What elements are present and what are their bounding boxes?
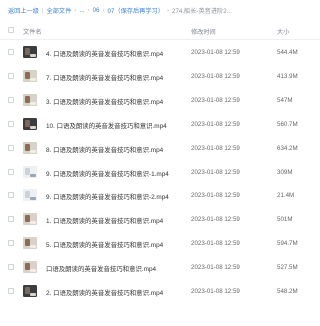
file-size: 548.2M xyxy=(277,288,298,295)
file-size: 21.4M xyxy=(277,192,295,200)
row-checkbox[interactable] xyxy=(8,240,14,247)
table-row[interactable]: 口语及朗读的英音发音技巧和意识.mp4 2023-01-08 12:59 527.5… xyxy=(0,256,320,279)
table-row[interactable]: 9. 口语及朗读的英音发音技巧和意识-1.mp4 2023-01-08 12:59… xyxy=(0,161,320,184)
table-row[interactable]: 9. 口语及朗读的英音发音技巧和意识-2.mp4 2023-01-08 12:59… xyxy=(0,184,320,207)
file-modified-time: 2023-01-08 12:59 xyxy=(191,264,240,272)
table-row[interactable]: 7. 口语及朗读的英音发音技巧和意识.mp4 2023-01-08 12:59 41… xyxy=(0,65,320,88)
column-header-modified[interactable]: 修改时间 xyxy=(191,27,216,36)
row-checkbox[interactable] xyxy=(8,288,14,294)
file-modified-time: 2023-01-08 12:59 xyxy=(191,49,240,56)
table-row[interactable]: 1. 口语及朗读的英音发音技巧和意识.mp4 2023-01-08 12:59 50… xyxy=(0,208,320,231)
file-name-link[interactable]: 3. 口语及朗读的英音发音技巧和意识.mp4 xyxy=(46,97,163,106)
video-thumbnail-icon xyxy=(23,213,37,226)
file-size: 594.7M xyxy=(277,240,298,248)
video-thumbnail-icon xyxy=(23,93,37,106)
breadcrumb-current: 274.船长-英音进阶2... xyxy=(172,7,232,15)
file-size: 527.5M xyxy=(277,264,298,272)
table-row[interactable]: 10. 口语及朗读的英音发音技巧和意识.mp4 2023-01-08 12:59 5… xyxy=(0,113,320,136)
table-row[interactable]: 4. 口语及朗读的英音发音技巧和意识.mp4 2023-01-08 12:59 54… xyxy=(0,41,320,64)
video-thumbnail-icon xyxy=(23,261,37,274)
file-size: 309M xyxy=(277,168,293,176)
video-thumbnail-icon xyxy=(23,237,37,250)
column-header-size[interactable]: 大小 xyxy=(277,27,289,36)
file-modified-time: 2023-01-08 12:59 xyxy=(191,144,240,152)
file-size: 634.2M xyxy=(277,144,298,152)
chevron-right-icon: › xyxy=(166,6,169,14)
video-thumbnail-icon xyxy=(23,285,37,297)
breadcrumb-ellipsis-link[interactable]: ... xyxy=(79,7,84,14)
file-name-link[interactable]: 1. 口语及朗读的英音发音技巧和意识.mp4 xyxy=(46,216,163,225)
file-name-link[interactable]: 口语及朗读的英音发音技巧和意识.mp4 xyxy=(46,264,156,273)
video-thumbnail-icon xyxy=(23,46,37,58)
file-modified-time: 2023-01-08 12:59 xyxy=(191,72,240,80)
row-checkbox[interactable] xyxy=(8,144,14,151)
file-size: 544.4M xyxy=(277,49,298,56)
row-checkbox[interactable] xyxy=(8,96,14,103)
file-size: 560.7M xyxy=(277,120,298,128)
table-row[interactable]: 5. 口语及朗读的英音发音技巧和意识.mp4 2023-01-08 12:59 59… xyxy=(0,232,320,255)
file-name-link[interactable]: 5. 口语及朗读的英音发音技巧和意识.mp4 xyxy=(46,240,163,249)
table-row[interactable]: 3. 口语及朗读的英音发音技巧和意识.mp4 2023-01-08 12:59 54… xyxy=(0,89,320,112)
file-name-link[interactable]: 9. 口语及朗读的英音发音技巧和意识-2.mp4 xyxy=(46,192,169,201)
file-size: 547M xyxy=(277,96,293,104)
row-checkbox[interactable] xyxy=(8,216,14,223)
chevron-right-icon: › xyxy=(87,6,90,14)
file-modified-time: 2023-01-08 12:59 xyxy=(191,192,240,200)
chevron-right-icon: › xyxy=(102,6,105,14)
select-all-checkbox[interactable] xyxy=(8,27,14,33)
file-modified-time: 2023-01-08 12:59 xyxy=(191,168,240,176)
row-checkbox[interactable] xyxy=(8,168,14,175)
table-row[interactable]: 2. 口语及朗读的英音发音技巧和意识.mp4 2023-01-08 12:59 54… xyxy=(0,280,320,303)
file-name-link[interactable]: 4. 口语及朗读的英音发音技巧和意识.mp4 xyxy=(46,49,163,58)
breadcrumb-separator: | xyxy=(41,6,44,14)
video-thumbnail-icon xyxy=(23,189,37,202)
file-name-link[interactable]: 7. 口语及朗读的英音发音技巧和意识.mp4 xyxy=(46,73,163,82)
file-modified-time: 2023-01-08 12:59 xyxy=(191,96,240,104)
file-modified-time: 2023-01-08 12:59 xyxy=(191,120,240,128)
row-checkbox[interactable] xyxy=(8,49,14,55)
row-checkbox[interactable] xyxy=(8,192,14,199)
file-name-link[interactable]: 8. 口语及朗读的英音发音技巧和意识.mp4 xyxy=(46,145,163,154)
file-name-link[interactable]: 2. 口语及朗读的英音发音技巧和意识.mp4 xyxy=(46,288,163,297)
file-size: 413.9M xyxy=(277,72,298,80)
table-row[interactable]: 8. 口语及朗读的英音发音技巧和意识.mp4 2023-01-08 12:59 63… xyxy=(0,137,320,160)
row-checkbox[interactable] xyxy=(8,120,14,127)
breadcrumb-item-07[interactable]: 07（保存后再学习） xyxy=(108,6,164,15)
row-checkbox[interactable] xyxy=(8,72,14,79)
breadcrumb: 返回上一级 | 全部文件 › ... › 06 › 07（保存后再学习） › 2… xyxy=(0,0,320,20)
file-modified-time: 2023-01-08 12:59 xyxy=(191,216,240,224)
video-thumbnail-icon xyxy=(23,117,37,130)
file-size: 501M xyxy=(277,216,293,224)
video-thumbnail-icon xyxy=(23,141,37,154)
column-header-name[interactable]: 文件名 xyxy=(23,27,42,36)
file-name-link[interactable]: 10. 口语及朗读的英音发音技巧和意识.mp4 xyxy=(46,121,167,130)
file-modified-time: 2023-01-08 12:59 xyxy=(191,240,240,248)
file-name-link[interactable]: 9. 口语及朗读的英音发音技巧和意识-1.mp4 xyxy=(46,169,169,178)
breadcrumb-item-06[interactable]: 06 xyxy=(93,7,100,14)
chevron-right-icon: › xyxy=(74,6,77,14)
breadcrumb-root-link[interactable]: 全部文件 xyxy=(47,6,72,15)
table-header: 文件名 修改时间 大小 xyxy=(0,21,320,40)
video-thumbnail-icon xyxy=(23,69,37,82)
row-checkbox[interactable] xyxy=(8,264,14,271)
breadcrumb-back-link[interactable]: 返回上一级 xyxy=(8,6,39,15)
file-modified-time: 2023-01-08 12:59 xyxy=(191,288,240,295)
video-thumbnail-icon xyxy=(23,165,37,178)
